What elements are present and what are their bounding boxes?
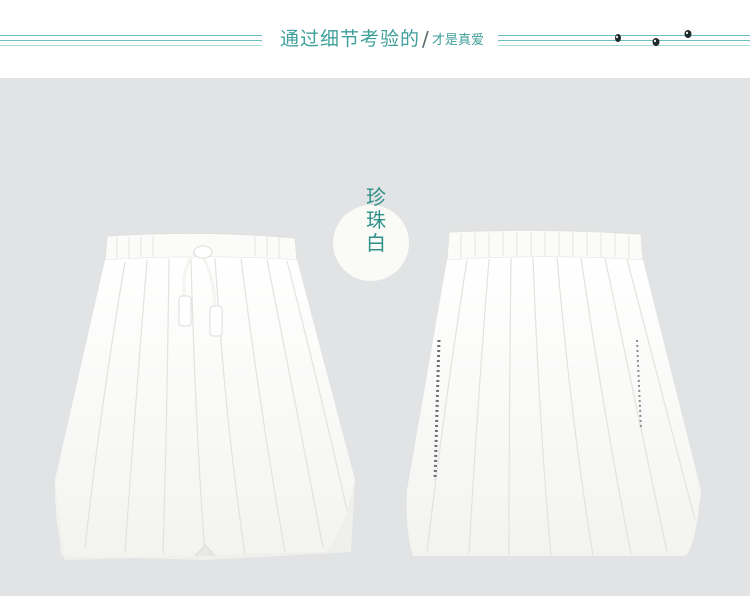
header-rule-left-thin	[0, 45, 262, 46]
product-photo: 珍珠白	[0, 78, 750, 596]
header-subtitle: 才是真爱	[432, 33, 485, 48]
header-title: 通过细节考验的	[280, 28, 421, 50]
music-notes-icon	[615, 30, 692, 46]
header-rule-left-bottom	[0, 40, 262, 41]
color-label: 珍珠白	[366, 185, 386, 255]
page-header: 通过细节考验的 / 才是真爱	[0, 0, 750, 78]
white-culottes-front-icon	[55, 232, 355, 560]
header-rule-left-top	[0, 35, 262, 36]
header-slash: /	[422, 27, 429, 51]
white-culottes-back-icon	[406, 230, 701, 557]
